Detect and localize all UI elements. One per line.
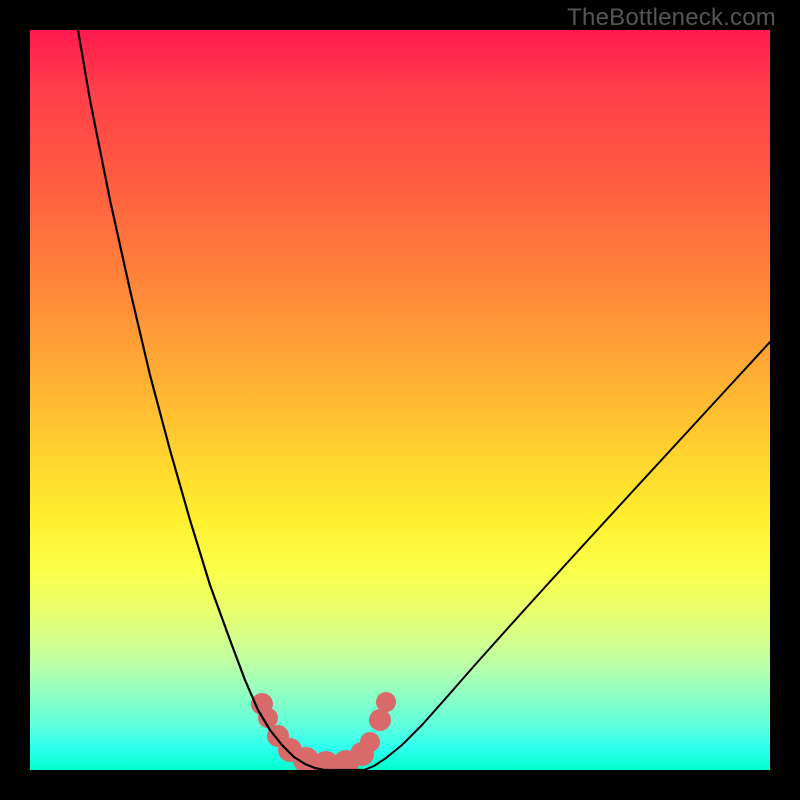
- marker-dot-8: [360, 732, 380, 752]
- marker-dot-9: [369, 709, 391, 731]
- curve-right-branch: [364, 342, 770, 770]
- chart-frame: TheBottleneck.com: [0, 0, 800, 800]
- marker-dot-10: [376, 692, 396, 712]
- marker-group: [251, 692, 396, 770]
- chart-svg: [30, 30, 770, 770]
- watermark-text: TheBottleneck.com: [567, 4, 776, 32]
- curve-left-branch: [78, 30, 324, 770]
- chart-plot-area: [30, 30, 770, 770]
